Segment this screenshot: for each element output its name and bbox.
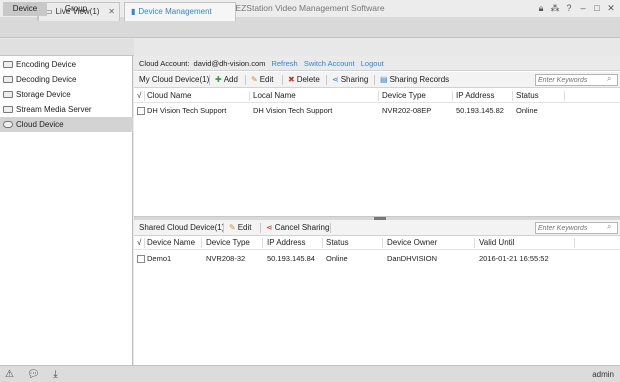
cell-device-type: NVR202-08EP [382, 106, 432, 115]
cancel-share-icon: ⋖ [266, 223, 273, 232]
sharing-label: Sharing [340, 75, 369, 84]
edit-button[interactable]: ✎ Edit [251, 72, 274, 88]
cell-ip-address: 50.193.145.84 [267, 254, 315, 263]
select-all-column[interactable]: √ [137, 236, 141, 250]
logout-link[interactable]: Logout [361, 59, 384, 68]
switch-account-link[interactable]: Switch Account [304, 59, 355, 68]
column-ip-address[interactable]: IP Address [267, 236, 306, 250]
delete-button[interactable]: ✖ Delete [288, 72, 320, 88]
select-all-column[interactable]: √ [137, 89, 141, 103]
pencil-icon: ✎ [251, 75, 258, 84]
tree-item-storage-device[interactable]: Storage Device [0, 87, 133, 102]
cancel-sharing-button[interactable]: ⋖ Cancel Sharing [266, 220, 329, 236]
server-icon [3, 106, 13, 113]
row-checkbox[interactable] [137, 107, 145, 115]
column-local-name[interactable]: Local Name [253, 89, 296, 103]
cloud-icon [3, 121, 13, 128]
search-icon[interactable]: ⌕ [607, 223, 615, 231]
current-user: admin [592, 370, 614, 379]
column-device-type[interactable]: Device Type [382, 89, 426, 103]
maximize-icon[interactable]: □ [592, 3, 602, 13]
column-status[interactable]: Status [326, 236, 349, 250]
tree-item-label: Cloud Device [16, 120, 64, 129]
shared-cloud-search-input[interactable] [535, 222, 618, 234]
column-device-owner[interactable]: Device Owner [387, 236, 437, 250]
shared-cloud-toolbar: Shared Cloud Device(1) ✎ Edit ⋖ Cancel Sha… [134, 220, 620, 236]
cell-device-name: Demo1 [147, 254, 172, 263]
column-ip-address[interactable]: IP Address [456, 89, 495, 103]
tree-item-decoding-device[interactable]: Decoding Device [0, 72, 133, 87]
pencil-icon: ✎ [229, 223, 236, 232]
close-tab-icon[interactable]: ✕ [108, 3, 115, 21]
device-type-tree: Encoding Device Decoding Device Storage … [0, 56, 133, 365]
cancel-sharing-label: Cancel Sharing [274, 223, 330, 232]
warning-icon[interactable]: ⚠ [4, 369, 15, 380]
account-label: Cloud Account: [139, 59, 190, 68]
cell-status: Online [326, 254, 348, 263]
tree-item-label: Stream Media Server [16, 105, 92, 114]
sharing-records-button[interactable]: ▤ Sharing Records [380, 72, 449, 88]
cell-device-owner: DanDHVISION [387, 254, 438, 263]
share-icon: ⋖ [332, 75, 339, 84]
delete-label: Delete [296, 75, 320, 84]
cell-device-type: NVR208-32 [206, 254, 246, 263]
column-status[interactable]: Status [516, 89, 539, 103]
device-icon: ▮ [131, 7, 136, 16]
cell-status: Online [516, 106, 538, 115]
subtab-device[interactable]: Device [3, 2, 47, 16]
chat-icon[interactable]: 💬︎ [27, 369, 40, 380]
my-cloud-search-input[interactable] [535, 74, 618, 86]
network-icon[interactable]: ⁂ [550, 3, 560, 13]
tab-device-management-label: Device Management [138, 7, 212, 16]
status-bar: ⚠ 💬︎ ⤓ admin [0, 365, 620, 382]
lock-icon[interactable]: 🔒︎ [536, 3, 546, 13]
download-icon[interactable]: ⤓ [50, 369, 61, 380]
edit-label: Edit [259, 75, 274, 84]
row-checkbox[interactable] [137, 255, 145, 263]
plus-icon: ✚ [215, 75, 222, 84]
my-cloud-toolbar: My Cloud Device(1) ✚ Add ✎ Edit ✖ Delete ⋖ S… [134, 72, 620, 88]
tree-item-encoding-device[interactable]: Encoding Device [0, 57, 133, 72]
search-icon[interactable]: ⌕ [607, 75, 615, 83]
shared-cloud-title: Shared Cloud Device(1) [139, 223, 225, 232]
cell-ip-address: 50.193.145.82 [456, 106, 504, 115]
tab-device-management[interactable]: ▮ Device Management [124, 2, 236, 21]
decoder-icon [3, 76, 13, 83]
cell-valid-until: 2016-01-21 16:55:52 [479, 254, 549, 263]
add-label: Add [223, 75, 238, 84]
cell-cloud-name: DH Vision Tech Support [147, 106, 227, 115]
shared-cloud-table-header: √ Device Name Device Type IP Address Sta… [134, 236, 620, 250]
sharing-records-label: Sharing Records [389, 75, 450, 84]
cloud-account-bar: Cloud Account: david@dh-vision.com Refre… [134, 56, 620, 71]
account-email: david@dh-vision.com [193, 59, 266, 68]
records-icon: ▤ [380, 75, 388, 84]
help-icon[interactable]: ? [564, 3, 574, 13]
my-cloud-title: My Cloud Device(1) [139, 75, 210, 84]
tree-item-cloud-device[interactable]: Cloud Device [0, 117, 133, 132]
sharing-button[interactable]: ⋖ Sharing [332, 72, 368, 88]
cell-local-name: DH Vision Tech Support [253, 106, 333, 115]
column-valid-until[interactable]: Valid Until [479, 236, 514, 250]
minimize-icon[interactable]: – [578, 3, 588, 13]
storage-icon [3, 91, 13, 98]
subtab-bar [0, 39, 134, 56]
column-cloud-name[interactable]: Cloud Name [147, 89, 191, 103]
close-icon[interactable]: ✕ [606, 3, 616, 13]
shared-edit-button[interactable]: ✎ Edit [229, 220, 252, 236]
tree-item-label: Decoding Device [16, 75, 77, 84]
tree-item-label: Encoding Device [16, 60, 77, 69]
encoder-icon [3, 61, 13, 68]
column-device-name[interactable]: Device Name [147, 236, 195, 250]
delete-icon: ✖ [288, 75, 295, 84]
my-cloud-table-header: √ Cloud Name Local Name Device Type IP A… [134, 89, 620, 103]
table-row[interactable]: Demo1 NVR208-32 50.193.145.84 Online Dan… [134, 252, 620, 266]
subtab-group[interactable]: Group [54, 2, 98, 16]
column-device-type[interactable]: Device Type [206, 236, 250, 250]
table-row[interactable]: DH Vision Tech Support DH Vision Tech Su… [134, 104, 620, 118]
refresh-link[interactable]: Refresh [271, 59, 297, 68]
tree-item-label: Storage Device [16, 90, 71, 99]
shared-edit-label: Edit [237, 223, 252, 232]
tree-item-stream-media-server[interactable]: Stream Media Server [0, 102, 133, 117]
add-button[interactable]: ✚ Add [215, 72, 238, 88]
